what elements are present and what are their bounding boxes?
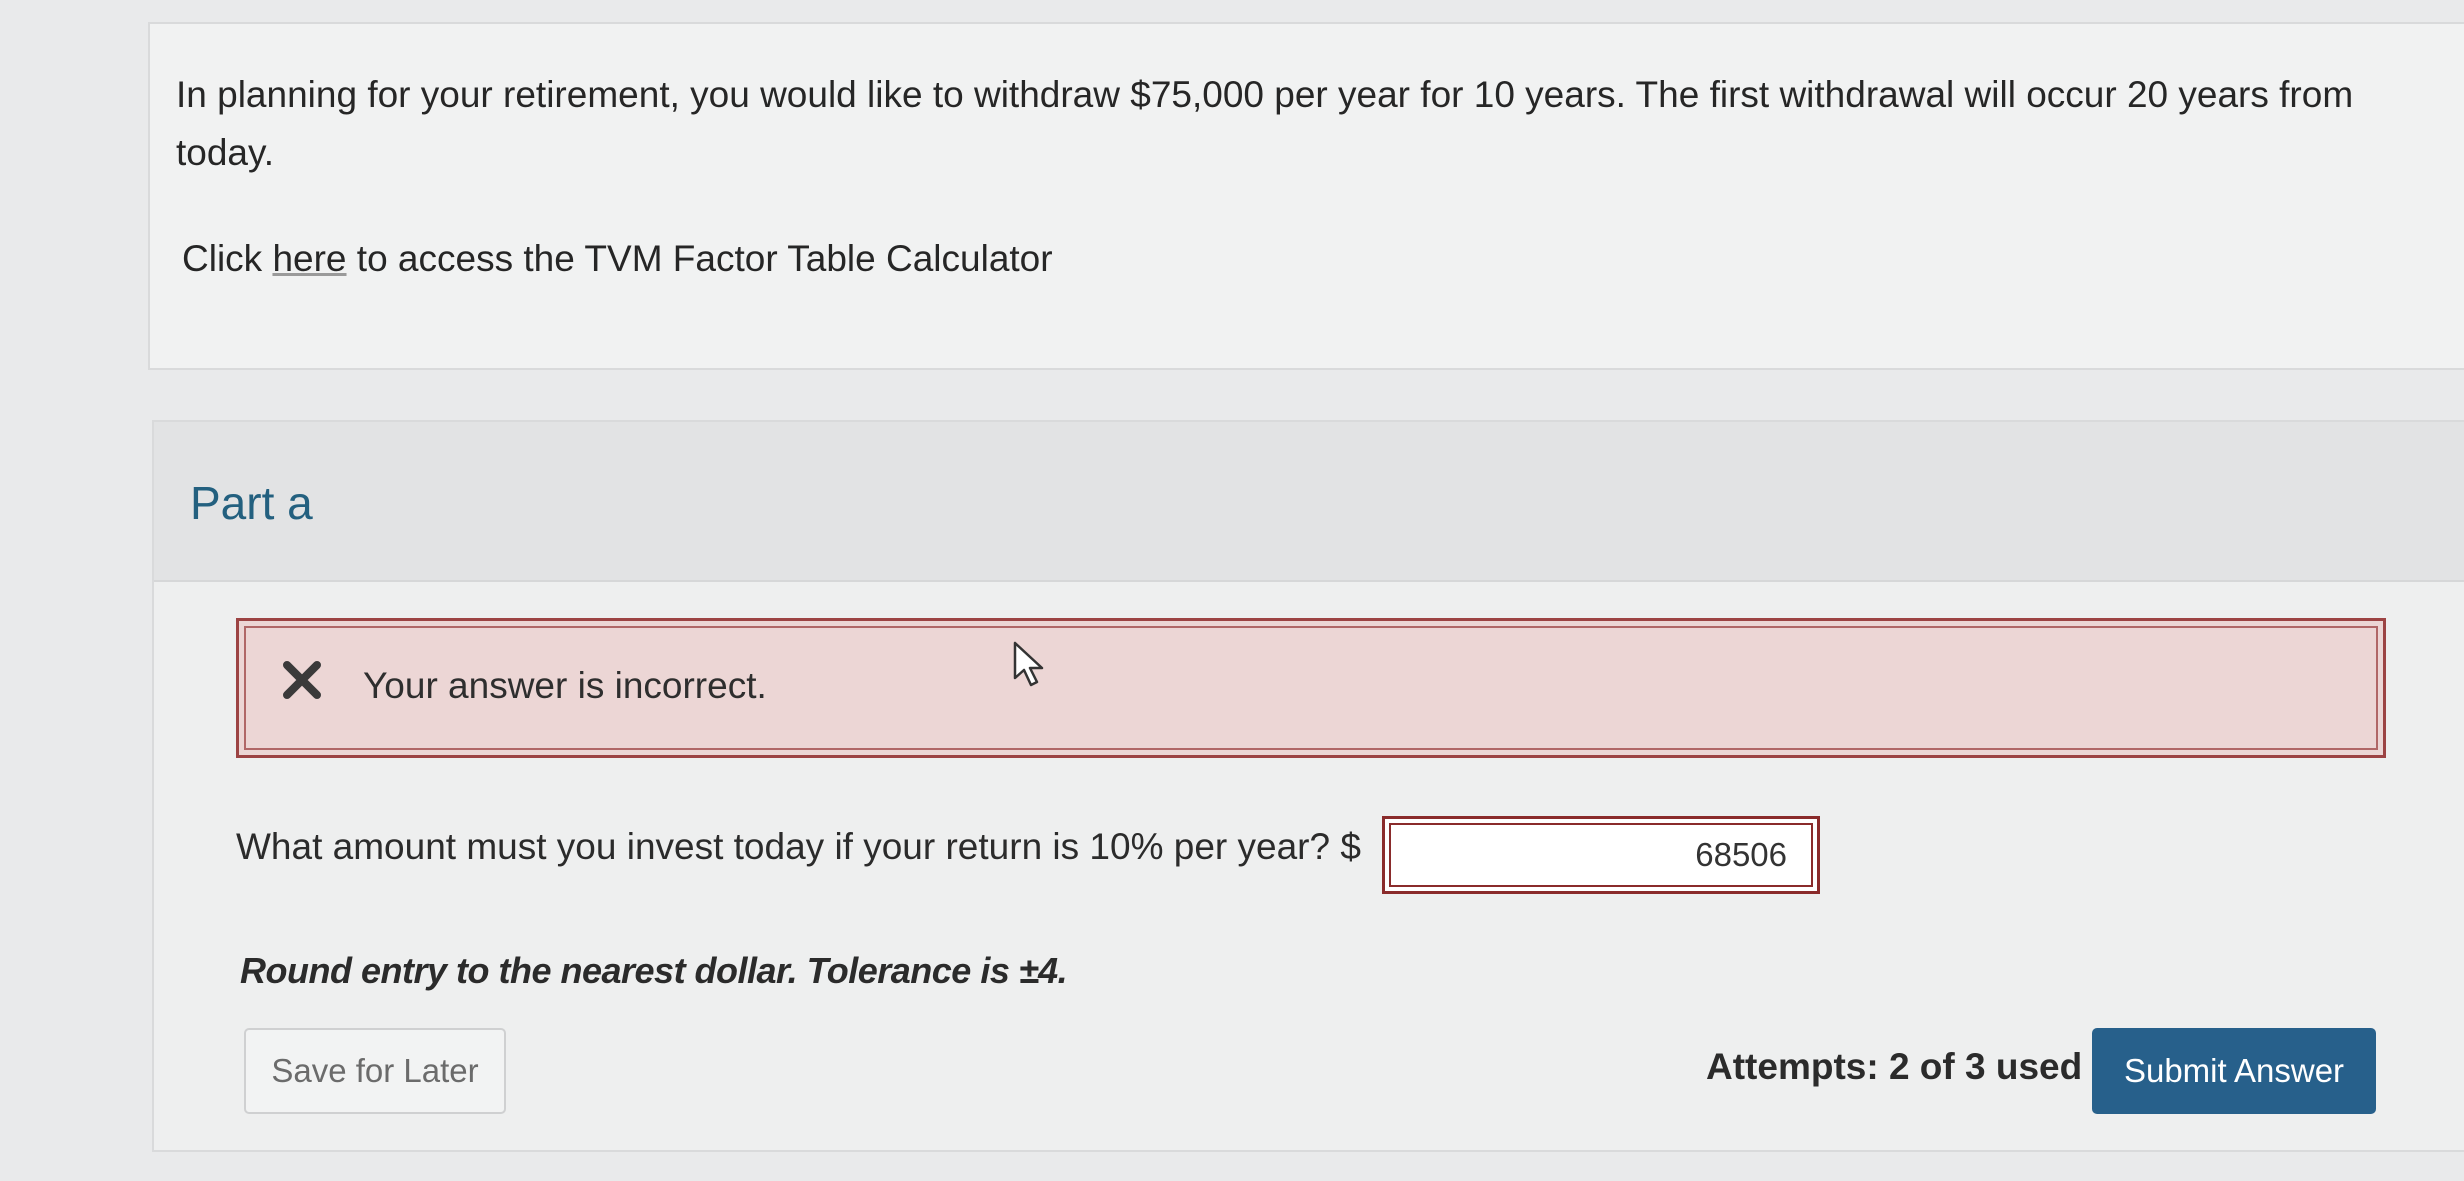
question-text: In planning for your retirement, you wou…	[176, 74, 2354, 173]
tvm-prefix: Click	[182, 238, 273, 279]
part-a-card: Part a Your answer is incorrect. What am…	[152, 420, 2464, 1152]
incorrect-feedback-banner: Your answer is incorrect.	[236, 618, 2386, 758]
x-icon	[283, 661, 321, 699]
tvm-calculator-link[interactable]: here	[272, 238, 346, 279]
feedback-text: Your answer is incorrect.	[363, 665, 767, 706]
save-for-later-button[interactable]: Save for Later	[244, 1028, 506, 1114]
submit-answer-button[interactable]: Submit Answer	[2092, 1028, 2376, 1114]
question-card: In planning for your retirement, you wou…	[148, 22, 2464, 370]
tvm-calculator-line: Click here to access the TVM Factor Tabl…	[182, 234, 1053, 284]
attempts-counter: Attempts: 2 of 3 used	[1706, 1046, 2083, 1087]
mouse-pointer-icon	[1013, 641, 1044, 687]
answer-input[interactable]	[1382, 816, 1820, 894]
question-prompt: What amount must you invest today if you…	[236, 826, 1361, 867]
part-header: Part a	[154, 422, 2464, 582]
tvm-suffix: to access the TVM Factor Table Calculato…	[346, 238, 1053, 279]
part-title: Part a	[190, 477, 313, 529]
tolerance-note: Round entry to the nearest dollar. Toler…	[240, 950, 1068, 991]
